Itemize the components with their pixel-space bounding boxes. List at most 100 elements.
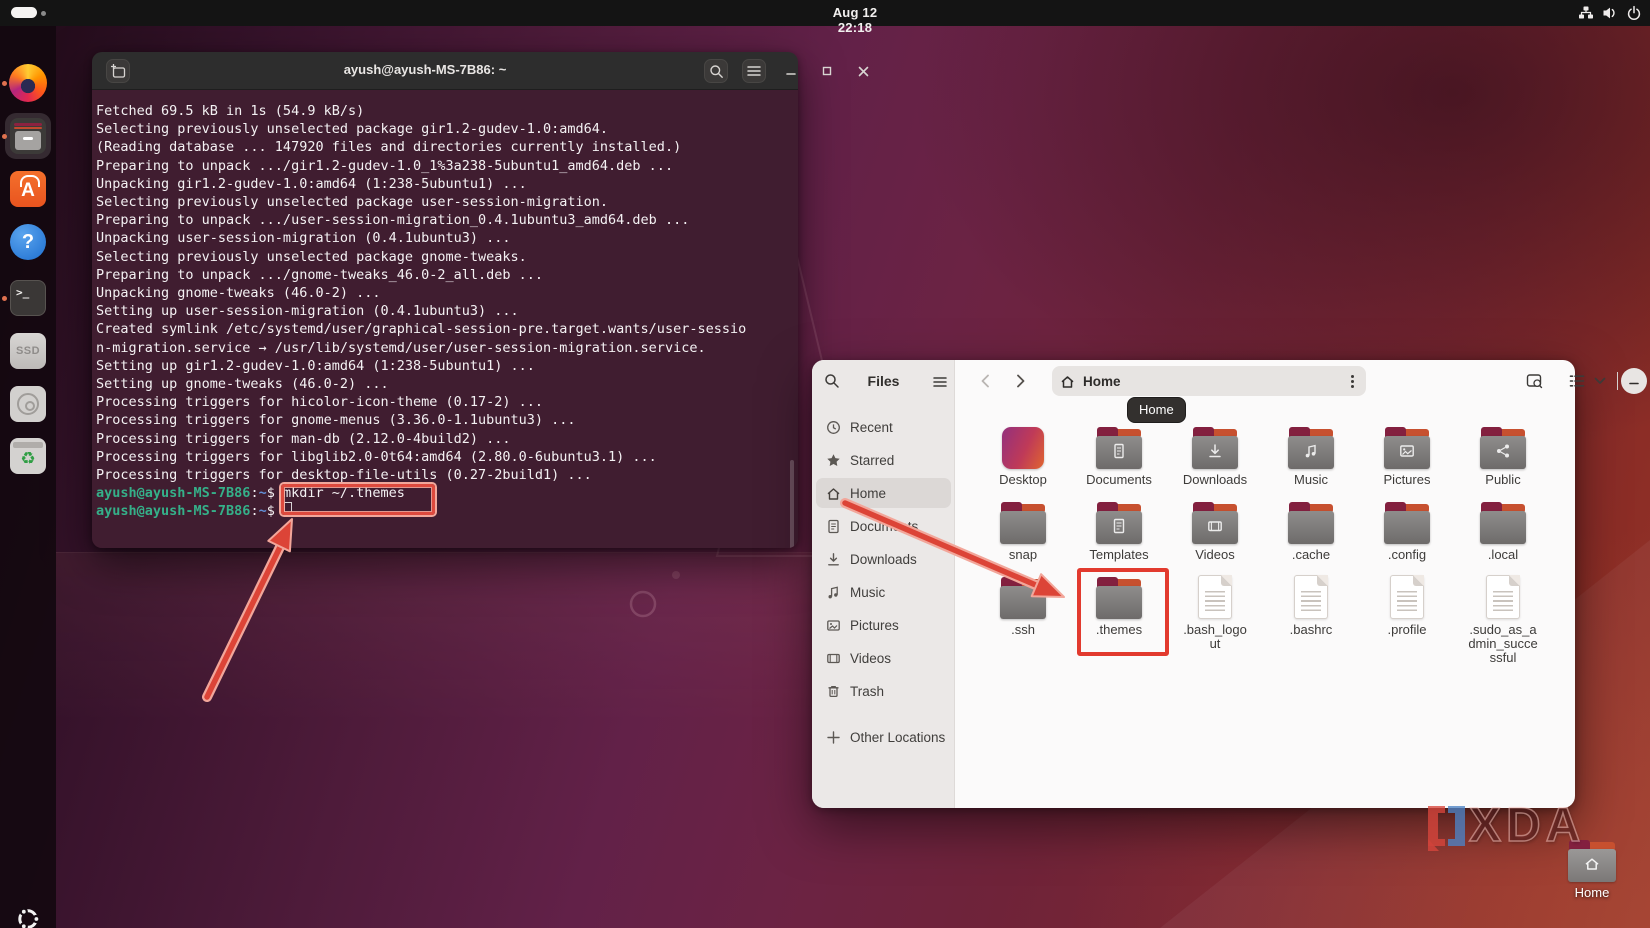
sidebar-item-other-locations[interactable]: Other Locations (816, 722, 951, 752)
file-label: Downloads (1182, 472, 1248, 487)
grid-item-downloads[interactable]: Downloads (1169, 423, 1261, 487)
terminal-title: ayush@ayush-MS-7B86: ~ (343, 62, 507, 77)
terminal-menu-button[interactable] (742, 59, 766, 83)
document-emblem (1114, 443, 1124, 459)
terminal-scrollbar[interactable] (790, 460, 794, 548)
share-emblem (1497, 444, 1509, 458)
dock-item-disk[interactable] (9, 385, 47, 423)
file-label: .bashrc (1289, 622, 1333, 637)
running-dot-firefox (2, 81, 7, 86)
grid-item-music[interactable]: Music (1265, 423, 1357, 487)
view-options-dropdown[interactable] (1590, 368, 1610, 394)
sidebar-item-label: Music (850, 584, 886, 600)
system-tray[interactable] (1578, 4, 1642, 22)
text-file-icon (1294, 575, 1328, 619)
terminal-line: Fetched 69.5 kB in 1s (54.9 kB/s) (96, 103, 365, 119)
address-bar[interactable]: Home (1052, 366, 1366, 396)
sidebar-item-recent[interactable]: Recent (816, 412, 951, 442)
maximize-icon (822, 66, 832, 76)
sidebar-item-home[interactable]: Home (816, 478, 951, 508)
path-menu-icon[interactable] (1351, 379, 1354, 383)
folder-icon (1096, 502, 1142, 544)
running-dot-files (2, 134, 7, 139)
top-bar: Aug 12 22:18 (0, 0, 1650, 35)
new-tab-button[interactable] (106, 59, 130, 83)
app-center-icon: A (10, 171, 46, 207)
sidebar-item-pictures[interactable]: Pictures (816, 610, 951, 640)
workspace-dot[interactable] (41, 11, 46, 16)
terminal-line: Selecting previously unselected package … (96, 194, 609, 211)
header-separator (1617, 372, 1618, 390)
file-label: .bash_logout (1183, 622, 1247, 651)
template-emblem (1113, 518, 1125, 534)
terminal-line: Selecting previously unselected package … (96, 121, 609, 138)
video-icon (827, 653, 840, 663)
dock-item-terminal[interactable]: >_ (9, 279, 47, 317)
terminal-close-button[interactable] (851, 59, 875, 83)
grid-item-public[interactable]: Public (1457, 423, 1549, 487)
workspace-indicator[interactable] (11, 7, 37, 18)
file-label: Music (1294, 472, 1328, 487)
search-window-icon (1526, 373, 1542, 388)
files-minimize-button[interactable] (1621, 368, 1647, 394)
sidebar-item-downloads[interactable]: Downloads (816, 544, 951, 574)
terminal-body[interactable]: Fetched 69.5 kB in 1s (54.9 kB/s) Select… (92, 90, 798, 548)
sidebar-item-starred[interactable]: Starred (816, 445, 951, 475)
back-button[interactable] (974, 369, 998, 393)
ubuntu-logo-icon[interactable] (15, 906, 41, 928)
grid-item-themes[interactable]: .themes (1073, 573, 1165, 637)
grid-item-documents[interactable]: Documents (1073, 423, 1165, 487)
help-icon: ? (10, 224, 46, 260)
file-label: .profile (1387, 622, 1427, 637)
terminal-line: Selecting previously unselected package … (96, 248, 527, 265)
grid-item-config[interactable]: .config (1361, 498, 1453, 562)
grid-item-videos[interactable]: Videos (1169, 498, 1261, 562)
grid-item-pictures[interactable]: Pictures (1361, 423, 1453, 487)
dock-item-firefox[interactable] (9, 64, 47, 102)
grid-item-ssh[interactable]: .ssh (977, 573, 1069, 637)
grid-item-local[interactable]: .local (1457, 498, 1549, 562)
prompt-path: ~ (258, 503, 267, 520)
clock[interactable]: Aug 12 22:18 (815, 5, 895, 35)
chevron-left-icon (981, 374, 989, 388)
grid-item-bash-logout[interactable]: .bash_logout (1169, 573, 1261, 651)
xda-watermark: XDA (1428, 799, 1585, 852)
terminal-search-button[interactable] (704, 59, 728, 83)
forward-button[interactable] (1008, 369, 1032, 393)
grid-item-snap[interactable]: snap (977, 498, 1069, 562)
text-file-icon (1198, 575, 1232, 619)
grid-item-templates[interactable]: Templates (1073, 498, 1165, 562)
dock-item-ssd-drive[interactable]: SSD (9, 332, 47, 370)
sidebar-item-trash[interactable]: Trash (816, 676, 951, 706)
desktop-home-label: Home (1574, 885, 1610, 900)
terminal-prompt-line: ayush@ayush-MS-7B86:~$ (96, 502, 798, 520)
terminal-maximize-button[interactable] (815, 59, 839, 83)
dock-item-trash[interactable]: ♻ (9, 437, 47, 475)
list-view-button[interactable] (1564, 368, 1590, 394)
file-label: Public (1485, 472, 1521, 487)
grid-item-cache[interactable]: .cache (1265, 498, 1357, 562)
sidebar-item-documents[interactable]: Documents (816, 511, 951, 541)
dock-item-files[interactable] (9, 117, 47, 155)
folder-icon (1192, 502, 1238, 544)
file-label: Videos (1195, 547, 1235, 562)
folder-icon (1000, 502, 1046, 544)
dock-item-app-center[interactable]: A (9, 170, 47, 208)
terminal-cursor (283, 502, 292, 518)
files-menu-button[interactable] (933, 375, 947, 393)
terminal-minimize-button[interactable] (779, 59, 803, 83)
sidebar-item-music[interactable]: Music (816, 577, 951, 607)
folder-icon (1000, 577, 1046, 619)
minimize-icon (786, 73, 796, 75)
grid-item-profile[interactable]: .profile (1361, 573, 1453, 637)
grid-item-desktop[interactable]: Desktop (977, 423, 1069, 487)
terminal-titlebar[interactable]: ayush@ayush-MS-7B86: ~ (92, 52, 868, 90)
xda-bracket-blue-icon (1448, 806, 1465, 846)
grid-item-bashrc[interactable]: .bashrc (1265, 573, 1357, 637)
grid-item-sudo-as-admin-successful[interactable]: .sudo_as_admin_successful (1457, 573, 1549, 665)
music-emblem (1305, 444, 1316, 458)
dock-item-help[interactable]: ? (9, 223, 47, 261)
global-search-button[interactable] (1521, 368, 1547, 394)
minimize-icon (1629, 382, 1639, 385)
sidebar-item-videos[interactable]: Videos (816, 643, 951, 673)
